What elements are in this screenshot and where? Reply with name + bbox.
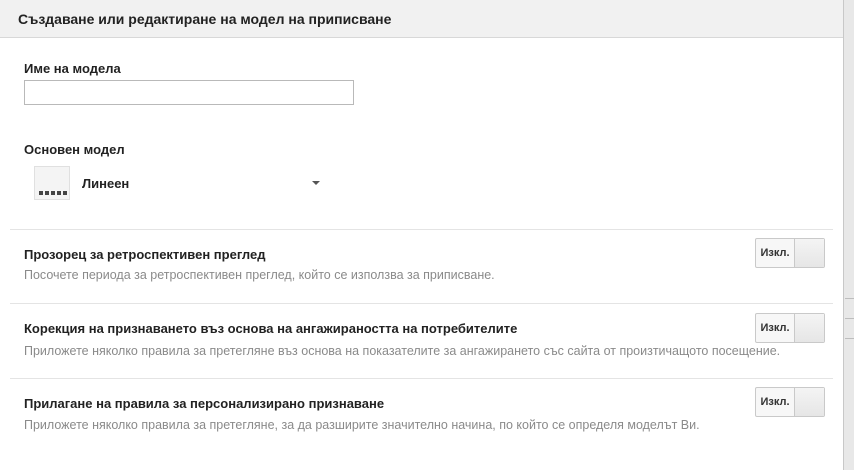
base-model-label: Основен модел	[24, 142, 125, 157]
background-edge	[845, 298, 854, 299]
toggle-knob	[794, 239, 824, 267]
setting-desc-lookback: Посочете периода за ретроспективен прегл…	[24, 268, 495, 282]
chevron-down-icon	[312, 181, 320, 185]
background-edge	[845, 318, 854, 319]
toggle-label: Изкл.	[760, 396, 790, 408]
setting-title-lookback: Прозорец за ретроспективен преглед	[24, 247, 266, 262]
toggle-lookback[interactable]: Изкл.	[755, 238, 825, 268]
divider	[10, 229, 833, 230]
base-model-dropdown[interactable]: Линеен	[24, 164, 326, 202]
setting-desc-custom-credit: Приложете няколко правила за претегляне,…	[24, 418, 700, 432]
toggle-knob	[794, 314, 824, 342]
setting-title-custom-credit: Прилагане на правила за персонализирано …	[24, 396, 385, 411]
setting-desc-engagement: Приложете няколко правила за претегляне …	[24, 344, 781, 358]
dialog-header: Създаване или редактиране на модел на пр…	[0, 0, 843, 38]
model-name-input[interactable]	[24, 80, 354, 105]
dialog-title: Създаване или редактиране на модел на пр…	[18, 10, 392, 27]
toggle-label: Изкл.	[760, 247, 790, 259]
toggle-engagement[interactable]: Изкл.	[755, 313, 825, 343]
divider	[10, 303, 833, 304]
attribution-model-dialog: Създаване или редактиране на модел на пр…	[0, 0, 844, 470]
linear-model-icon	[34, 166, 70, 200]
divider	[10, 378, 833, 379]
model-name-label: Име на модела	[24, 61, 121, 76]
base-model-selected: Линеен	[82, 175, 130, 191]
background-edge	[845, 338, 854, 339]
setting-title-engagement: Корекция на признаването въз основа на а…	[24, 321, 518, 336]
toggle-knob	[794, 388, 824, 416]
toggle-custom-credit[interactable]: Изкл.	[755, 387, 825, 417]
toggle-label: Изкл.	[760, 322, 790, 334]
